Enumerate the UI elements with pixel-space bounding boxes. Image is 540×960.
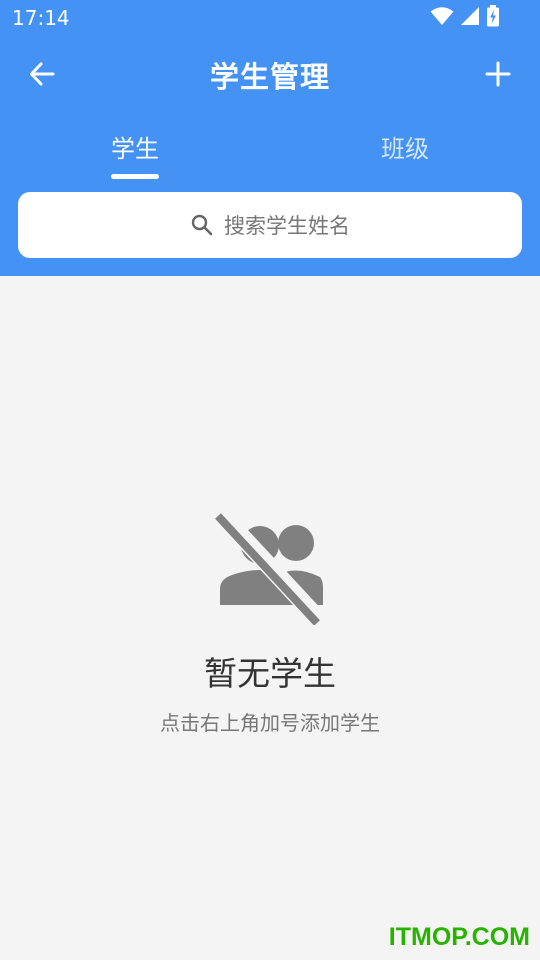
- status-icons: [430, 5, 500, 31]
- header: 17:14 学生管理 学生 班级 搜索学生姓名: [0, 0, 540, 276]
- tab-label: 班级: [381, 135, 429, 163]
- tab-classes[interactable]: 班级: [270, 120, 540, 182]
- search-input[interactable]: 搜索学生姓名: [18, 192, 522, 258]
- signal-icon: [460, 6, 480, 30]
- search-icon: [190, 213, 214, 237]
- app-screen: 17:14 学生管理 学生 班级 搜索学生姓名 暂无学生 点击右上角加号添加学生…: [0, 0, 540, 960]
- empty-title: 暂无学生: [204, 654, 336, 693]
- tab-indicator: [111, 174, 159, 179]
- tab-label: 学生: [111, 135, 159, 163]
- search-placeholder: 搜索学生姓名: [224, 214, 350, 238]
- wifi-icon: [430, 6, 454, 30]
- battery-charging-icon: [486, 5, 500, 31]
- page-title: 学生管理: [209, 60, 330, 94]
- tab-bar: 学生 班级: [0, 120, 540, 182]
- tab-students[interactable]: 学生: [0, 120, 270, 182]
- add-student-button[interactable]: [476, 52, 520, 96]
- toolbar: 学生管理: [0, 40, 540, 106]
- empty-state: 暂无学生 点击右上角加号添加学生: [0, 505, 540, 736]
- no-people-icon: [210, 505, 330, 626]
- plus-icon: [485, 61, 511, 87]
- watermark: ITMOP.COM: [388, 923, 530, 951]
- empty-subtitle: 点击右上角加号添加学生: [160, 711, 380, 735]
- status-bar: 17:14: [0, 0, 540, 36]
- status-time: 17:14: [12, 6, 70, 30]
